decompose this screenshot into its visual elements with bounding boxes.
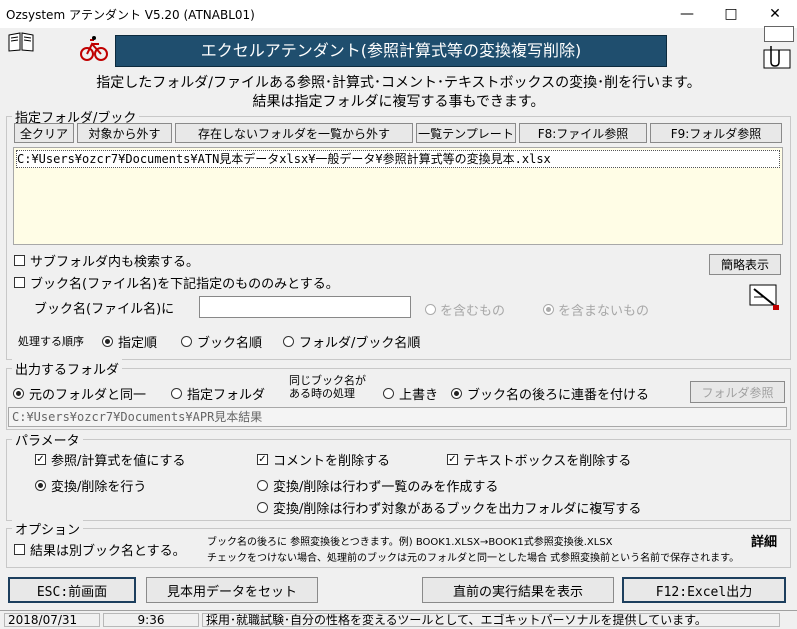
bicycle-icon xyxy=(80,34,108,66)
esc-back-button[interactable]: ESC:前画面 xyxy=(8,577,136,603)
output-folder-browse-button[interactable]: フォルダ参照 xyxy=(690,381,785,403)
maximize-button[interactable]: □ xyxy=(709,0,753,28)
order-bookname-radio[interactable] xyxy=(181,336,192,347)
status-message: 採用･就職試験･自分の性格を変えるツールとして、エゴキットパーソナルを提供してい… xyxy=(202,613,780,627)
same-name-line-1: 同じブック名が xyxy=(289,374,366,387)
show-last-result-button[interactable]: 直前の実行結果を表示 xyxy=(422,577,614,603)
delete-textbox-label: テキストボックスを削除する xyxy=(463,454,632,469)
status-date: 2018/07/31 xyxy=(4,613,100,627)
list-only-radio[interactable] xyxy=(257,480,268,491)
subfolder-checkbox[interactable] xyxy=(14,255,25,266)
ref-to-value-checkbox[interactable]: ✓ xyxy=(35,454,46,465)
intro-line-1: 指定したフォルダ/ファイルある参照･計算式･コメント･テキストボックスの変換･削… xyxy=(96,75,701,91)
minimize-button[interactable]: — xyxy=(665,0,709,28)
delete-comment-checkbox[interactable]: ✓ xyxy=(257,454,268,465)
clear-all-button[interactable]: 全クリア xyxy=(14,123,74,143)
window-title: Ozsystem アテンダント V5.20 (ATNABL01) xyxy=(6,8,255,22)
overwrite-radio[interactable] xyxy=(383,388,394,399)
set-sample-data-button[interactable]: 見本用データをセット xyxy=(146,577,318,603)
list-item[interactable]: C:¥Users¥ozcr7¥Documents¥ATN見本データxlsx¥一般… xyxy=(16,150,780,168)
list-only-label: 変換/削除は行わず一覧のみを作成する xyxy=(273,480,499,495)
f8-file-browse-button[interactable]: F8:ファイル参照 xyxy=(519,123,647,143)
specified-folder-label: 指定フォルダ xyxy=(187,388,266,403)
contains-label: を含むもの xyxy=(440,304,506,319)
title-bar: Ozsystem アテンダント V5.20 (ATNABL01) — □ ✕ xyxy=(0,0,797,28)
bookname-filter-checkbox[interactable] xyxy=(14,277,25,288)
not-contains-radio[interactable] xyxy=(543,304,554,315)
separate-name-checkbox[interactable] xyxy=(14,544,25,555)
overwrite-label: 上書き xyxy=(399,388,439,403)
close-button[interactable]: ✕ xyxy=(753,0,797,28)
status-time: 9:36 xyxy=(103,613,199,627)
f12-excel-output-button[interactable]: F12:Excel出力 xyxy=(622,577,786,603)
do-convert-radio[interactable] xyxy=(35,480,46,491)
list-template-button[interactable]: 一覧テンプレート xyxy=(416,123,516,143)
option-note-2: チェックをつけない場合、処理前のブックは元のフォルダと同一とした場合 式参照変換… xyxy=(207,553,740,564)
subfolder-label: サブフォルダ内も検索する。 xyxy=(30,255,200,270)
do-convert-label: 変換/削除を行う xyxy=(51,480,147,495)
output-path-field[interactable]: C:¥Users¥ozcr7¥Documents¥APR見本結果 xyxy=(8,407,787,427)
order-folder-book-radio[interactable] xyxy=(283,336,294,347)
order-specified-radio[interactable] xyxy=(102,336,113,347)
delete-textbox-checkbox[interactable]: ✓ xyxy=(447,454,458,465)
edit-note-icon[interactable] xyxy=(748,283,782,315)
panel-toggle-icon[interactable] xyxy=(764,26,794,42)
clip-icon[interactable] xyxy=(762,44,792,74)
book-icon[interactable] xyxy=(8,32,34,56)
order-specified-label: 指定順 xyxy=(118,336,158,351)
same-folder-label: 元のフォルダと同一 xyxy=(29,388,147,403)
parameters-group-label: パラメータ xyxy=(12,430,83,449)
output-folder-group-label: 出力するフォルダ xyxy=(12,359,123,378)
order-folder-book-label: フォルダ/ブック名順 xyxy=(299,336,421,351)
order-bookname-label: ブック名順 xyxy=(197,336,263,351)
order-label: 処理する順序 xyxy=(18,335,84,348)
not-contains-label: を含まないもの xyxy=(558,304,650,319)
delete-comment-label: コメントを削除する xyxy=(273,454,391,469)
bookname-input-label: ブック名(ファイル名)に xyxy=(34,302,175,317)
banner-title: エクセルアテンダント(参照計算式等の変換複写削除) xyxy=(115,35,667,67)
separate-name-label: 結果は別ブック名とする。 xyxy=(30,544,186,559)
detail-link[interactable]: 詳細 xyxy=(751,531,777,550)
copy-only-label: 変換/削除は行わず対象があるブックを出力フォルダに複写する xyxy=(273,502,642,517)
bookname-input[interactable] xyxy=(199,296,411,318)
option-note-1: ブック名の後ろに 参照変換後とつきます。例) BOOK1.XLSX→BOOK1式… xyxy=(207,537,613,548)
append-number-label: ブック名の後ろに連番を付ける xyxy=(467,388,650,403)
same-name-line-2: ある時の処理 xyxy=(289,387,355,400)
ref-to-value-label: 参照/計算式を値にする xyxy=(51,454,186,469)
copy-only-radio[interactable] xyxy=(257,502,268,513)
append-number-radio[interactable] xyxy=(451,388,462,399)
f9-folder-browse-button[interactable]: F9:フォルダ参照 xyxy=(650,123,782,143)
contains-radio[interactable] xyxy=(425,304,436,315)
target-file-list[interactable]: C:¥Users¥ozcr7¥Documents¥ATN見本データxlsx¥一般… xyxy=(13,147,783,245)
simple-view-button[interactable]: 簡略表示 xyxy=(709,254,781,275)
exclude-button[interactable]: 対象から外す xyxy=(77,123,172,143)
bookname-filter-label: ブック名(ファイル名)を下記指定のもののみとする。 xyxy=(30,277,339,292)
options-group-label: オプション xyxy=(12,519,84,538)
remove-missing-button[interactable]: 存在しないフォルダを一覧から外す xyxy=(175,123,413,143)
specified-folder-radio[interactable] xyxy=(171,388,182,399)
status-bar: 2018/07/31 9:36 採用･就職試験･自分の性格を変えるツールとして、… xyxy=(0,610,797,629)
same-folder-radio[interactable] xyxy=(13,388,24,399)
